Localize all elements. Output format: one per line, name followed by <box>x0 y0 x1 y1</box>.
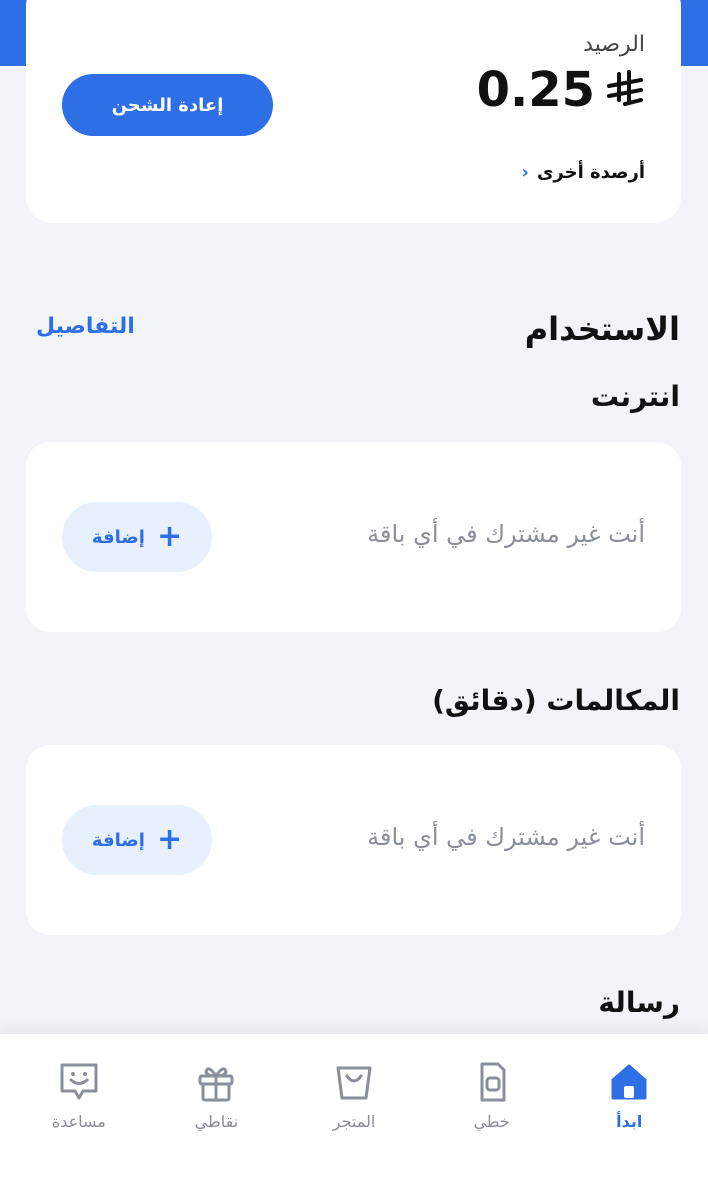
balance-label: الرصيد <box>583 32 645 57</box>
nav-item-points[interactable]: نقاطي <box>156 1034 276 1200</box>
balance-card: الرصيد 0.25 أرصدة أخرى ‹ إعادة الشحن <box>26 0 681 223</box>
gift-icon <box>198 1067 234 1102</box>
riyal-currency-icon <box>607 70 643 106</box>
other-balances-link[interactable]: أرصدة أخرى ‹ <box>522 162 645 183</box>
nav-label-help: مساعدة <box>51 1112 106 1131</box>
sms-section-title: رسالة <box>598 986 680 1019</box>
sim-card-icon <box>480 1062 506 1102</box>
chevron-left-icon: ‹ <box>521 162 529 183</box>
plus-icon: + <box>156 519 183 554</box>
calls-no-package-text: أنت غير مشترك في أي باقة <box>367 823 645 851</box>
nav-label-home: ابدأ <box>616 1112 643 1131</box>
add-calls-button[interactable]: + إضافة <box>62 805 212 875</box>
nav-item-help[interactable]: مساعدة <box>19 1034 139 1200</box>
nav-item-store[interactable]: المتجر <box>294 1034 414 1200</box>
calls-package-card: أنت غير مشترك في أي باقة + إضافة <box>26 745 681 935</box>
balance-amount: 0.25 <box>477 62 645 118</box>
shopping-bag-icon <box>336 1066 372 1100</box>
internet-section-title: انترنت <box>590 380 680 413</box>
usage-title: الاستخدام <box>524 310 680 348</box>
internet-no-package-text: أنت غير مشترك في أي باقة <box>367 520 645 548</box>
add-internet-button[interactable]: + إضافة <box>62 502 212 572</box>
nav-label-my-line: خطي <box>473 1112 510 1131</box>
bottom-navigation: ابدأ خطي المتجر نقاطي مساعدة <box>0 1034 708 1200</box>
nav-label-store: المتجر <box>332 1112 376 1131</box>
nav-item-home[interactable]: ابدأ <box>569 1034 689 1200</box>
add-calls-label: إضافة <box>91 829 145 851</box>
calls-section-title: المكالمات (دقائق) <box>432 684 680 717</box>
nav-item-my-line[interactable]: خطي <box>432 1034 552 1200</box>
other-balances-label: أرصدة أخرى <box>536 162 645 183</box>
internet-package-card: أنت غير مشترك في أي باقة + إضافة <box>26 442 681 632</box>
plus-icon: + <box>156 822 183 857</box>
chat-smile-icon <box>60 1063 98 1100</box>
details-link[interactable]: التفاصيل <box>36 314 135 339</box>
home-icon <box>611 1064 647 1100</box>
balance-value: 0.25 <box>476 62 595 118</box>
add-internet-label: إضافة <box>91 526 145 548</box>
recharge-button[interactable]: إعادة الشحن <box>62 74 273 136</box>
nav-label-points: نقاطي <box>194 1112 239 1131</box>
